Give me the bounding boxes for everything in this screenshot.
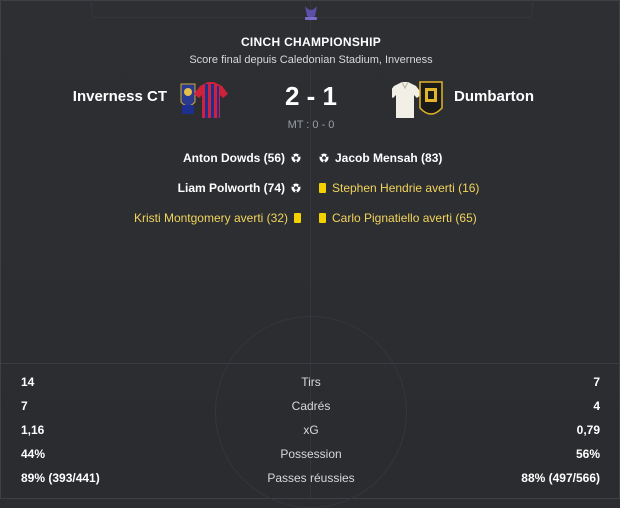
away-event-yellow-card[interactable]: Carlo Pignatiello averti (65) [319, 210, 477, 226]
event-text: Kristi Montgomery averti (32) [133, 211, 288, 225]
home-event-goal[interactable]: Liam Polworth (74) [178, 180, 301, 196]
ball-icon [291, 153, 301, 163]
ball-icon [291, 183, 301, 193]
event-text: Carlo Pignatiello averti (65) [332, 211, 477, 225]
final-score: 2 - 1 [284, 81, 338, 111]
stat-label: xG [303, 423, 319, 437]
competition-title: CINCH CHAMPIONSHIP [240, 35, 382, 49]
half-time-score: MT : 0 - 0 [287, 119, 335, 131]
ball-icon [319, 153, 329, 163]
stat-away-value: 4 [593, 399, 600, 413]
stat-label: Tirs [301, 375, 321, 389]
stat-row-possession: 44% Possession 56% [1, 447, 620, 465]
home-team-kit-icon[interactable] [178, 78, 230, 122]
stat-label: Possession [280, 447, 342, 461]
venue-text: Score final depuis Caledonian Stadium, I… [189, 54, 433, 66]
stats-divider [1, 363, 620, 364]
stat-away-value: 56% [575, 447, 600, 461]
home-event-goal[interactable]: Anton Dowds (56) [183, 150, 301, 166]
event-text: Liam Polworth (74) [177, 181, 285, 195]
away-event-goal[interactable]: Jacob Mensah (83) [319, 150, 442, 166]
stat-row-shots: 14 Tirs 7 [1, 375, 620, 393]
yellow-card-icon [319, 213, 326, 223]
stat-label: Cadrés [291, 399, 331, 413]
event-text: Stephen Hendrie averti (16) [332, 181, 480, 195]
event-text: Anton Dowds (56) [183, 151, 285, 165]
event-text: Jacob Mensah (83) [335, 151, 443, 165]
away-team-name[interactable]: Dumbarton [454, 88, 534, 105]
match-result-panel: CINCH CHAMPIONSHIP Score final depuis Ca… [0, 0, 620, 508]
home-team-crest-icon [180, 83, 196, 114]
home-event-yellow-card[interactable]: Kristi Montgomery averti (32) [134, 210, 301, 226]
yellow-card-icon [319, 183, 326, 193]
stat-row-on-target: 7 Cadrés 4 [1, 399, 620, 417]
away-event-yellow-card[interactable]: Stephen Hendrie averti (16) [319, 180, 479, 196]
stat-away-value: 88% (497/566) [521, 471, 600, 485]
home-team-name[interactable]: Inverness CT [73, 88, 167, 105]
stat-row-passes: 89% (393/441) Passes réussies 88% (497/5… [1, 471, 620, 489]
stat-away-value: 7 [593, 375, 600, 389]
yellow-card-icon [294, 213, 301, 223]
away-team-crest-icon [419, 81, 443, 115]
stat-away-value: 0,79 [576, 423, 600, 437]
stat-row-xg: 1,16 xG 0,79 [1, 423, 620, 441]
competition-logo-icon [305, 6, 317, 20]
away-team-kit-icon[interactable] [392, 78, 444, 122]
